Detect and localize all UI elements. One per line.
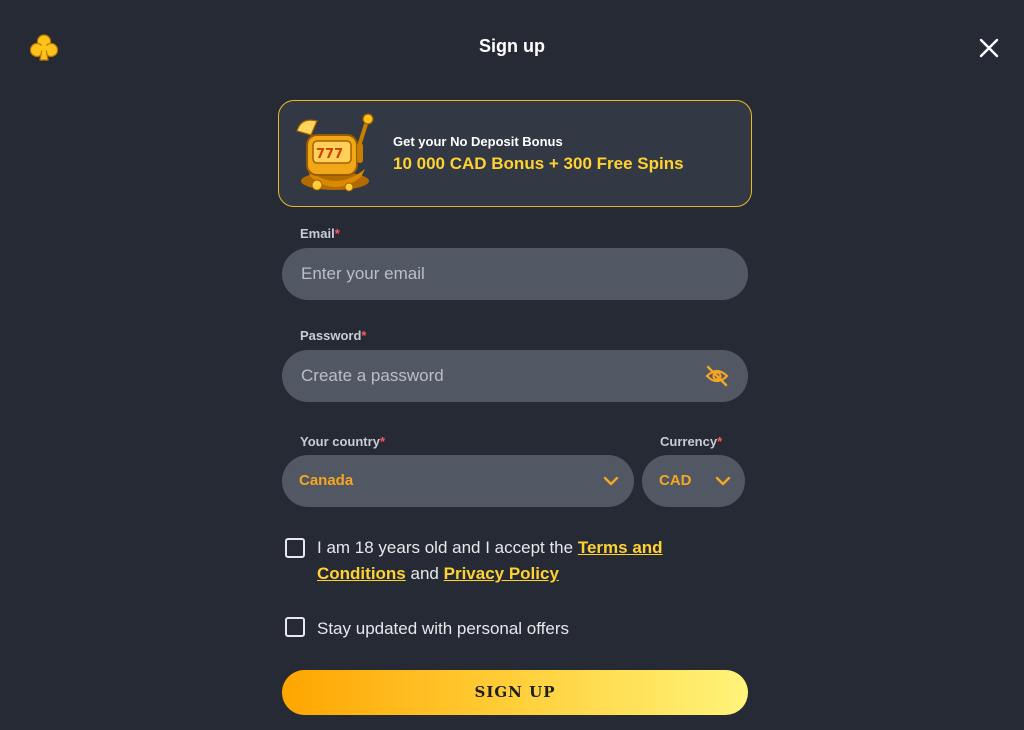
age-terms-checkbox[interactable]: [285, 538, 305, 558]
currency-label: Currency*: [660, 434, 722, 449]
slot-machine-icon: 777: [296, 113, 374, 192]
eye-off-icon[interactable]: [705, 365, 729, 387]
age-terms-text: I am 18 years old and I accept the Terms…: [317, 535, 717, 587]
chevron-down-icon: [715, 476, 731, 486]
sign-up-button[interactable]: SIGN UP: [282, 670, 748, 715]
password-field-wrapper: [282, 350, 748, 402]
bonus-subtitle: Get your No Deposit Bonus: [393, 134, 563, 149]
country-label-text: Your country: [300, 434, 380, 449]
offers-text: Stay updated with personal offers: [317, 619, 570, 638]
currency-label-text: Currency: [660, 434, 718, 449]
age-terms-prefix: I am 18 years old and I accept the: [317, 538, 574, 557]
page-title: Sign up: [479, 36, 545, 56]
required-mark: *: [334, 226, 340, 241]
required-mark: *: [361, 328, 367, 343]
and-text: and: [410, 564, 439, 583]
privacy-policy-link[interactable]: Privacy Policy: [444, 564, 559, 583]
currency-select[interactable]: CAD: [642, 455, 745, 507]
country-value: Canada: [299, 472, 354, 489]
chevron-down-icon: [603, 476, 619, 486]
email-label: Email*: [300, 226, 340, 241]
currency-value: CAD: [659, 472, 692, 489]
svg-text:777: 777: [316, 147, 343, 162]
email-label-text: Email: [300, 226, 335, 241]
password-label: Password*: [300, 328, 366, 343]
password-label-text: Password: [300, 328, 362, 343]
required-mark: *: [379, 434, 385, 449]
email-input[interactable]: [282, 248, 748, 300]
country-select[interactable]: Canada: [282, 455, 634, 507]
bonus-headline: 10 000 CAD Bonus + 300 Free Spins: [393, 154, 684, 173]
email-field-wrapper: [282, 248, 748, 300]
password-input[interactable]: [282, 350, 748, 402]
bonus-banner: 777 Get your No Deposit Bonus 10 000 CAD…: [278, 100, 752, 207]
required-mark: *: [717, 434, 723, 449]
country-label: Your country*: [300, 434, 385, 449]
offers-checkbox[interactable]: [285, 617, 305, 637]
close-icon[interactable]: [977, 36, 1001, 60]
